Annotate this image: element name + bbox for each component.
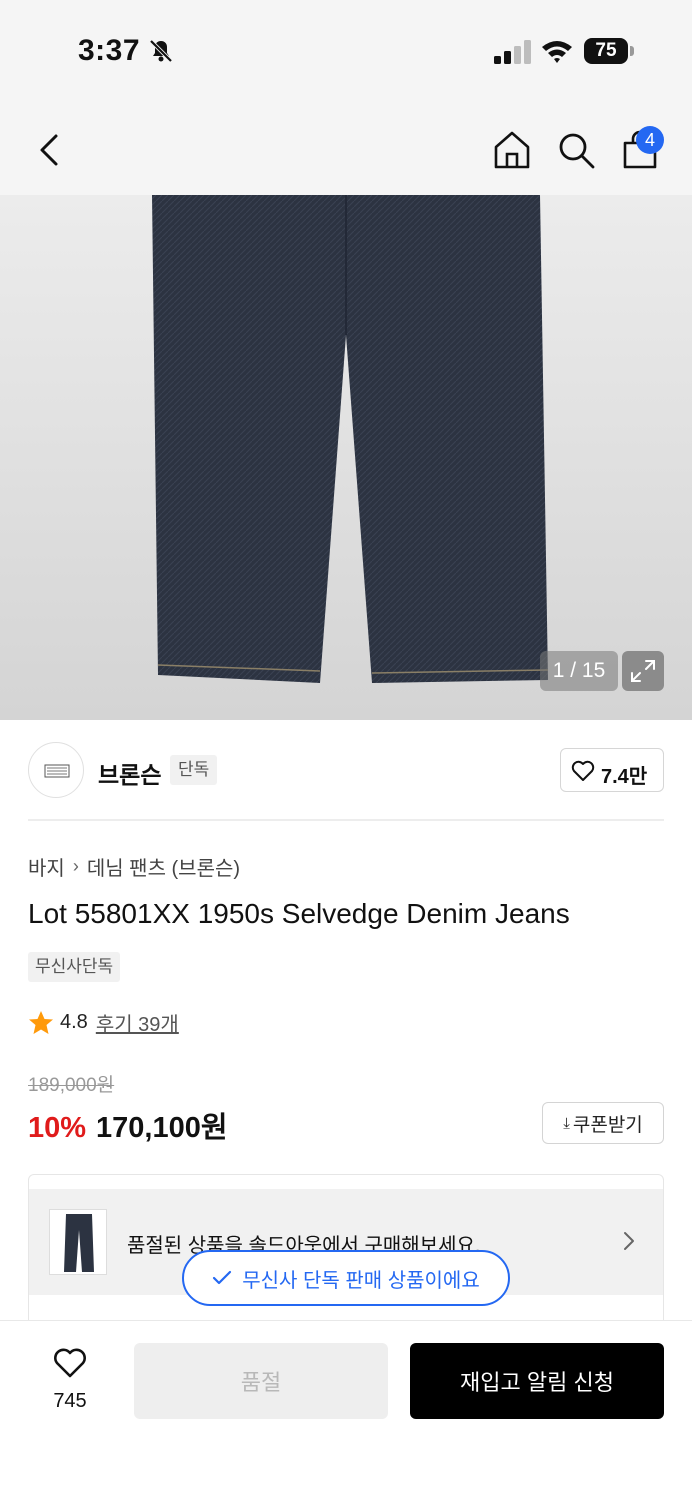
brand-like-button[interactable]: 7.4만 bbox=[560, 748, 664, 792]
wish-button[interactable]: 745 bbox=[40, 1347, 100, 1427]
sale-price: 170,100원 bbox=[96, 1112, 228, 1144]
search-icon[interactable] bbox=[554, 128, 598, 172]
brand-logo[interactable] bbox=[28, 742, 84, 798]
breadcrumb-subcategory[interactable]: 데님 팬츠 (브론슨) bbox=[87, 852, 240, 881]
cart-count-badge: 4 bbox=[636, 126, 664, 154]
bottom-action-bar: 745 품절 재입고 알림 신청 bbox=[0, 1320, 692, 1500]
brand-name[interactable]: 브론슨 bbox=[98, 756, 161, 790]
status-bar: 3:37 75 bbox=[0, 0, 692, 100]
status-time: 3:37 bbox=[78, 34, 141, 67]
original-price: 189,000원 bbox=[28, 1075, 115, 1096]
rating-value: 4.8 bbox=[60, 1011, 88, 1033]
exclusive-toast: 무신사 단독 판매 상품이에요 bbox=[182, 1250, 510, 1306]
star-icon bbox=[29, 1010, 53, 1034]
chevron-right-icon: › bbox=[72, 856, 79, 876]
divider bbox=[28, 819, 664, 821]
coupon-button[interactable]: ⤓ 쿠폰받기 bbox=[542, 1102, 664, 1144]
wish-count: 745 bbox=[53, 1390, 87, 1412]
chevron-right-icon bbox=[624, 1232, 634, 1250]
battery-level: 75 bbox=[584, 38, 628, 64]
bell-slash-icon bbox=[149, 39, 173, 63]
brand-like-count: 7.4만 bbox=[601, 766, 648, 788]
battery-icon: 75 bbox=[584, 38, 634, 64]
discount-rate: 10% bbox=[28, 1112, 87, 1144]
brand-logo-mark bbox=[44, 764, 70, 778]
product-image[interactable]: 1 / 15 bbox=[0, 195, 692, 720]
breadcrumb-category[interactable]: 바지 bbox=[28, 852, 65, 881]
exclusive-badge: 무신사단독 bbox=[28, 952, 121, 982]
exclusive-toast-text: 무신사 단독 판매 상품이에요 bbox=[242, 1269, 480, 1292]
battery-cap bbox=[630, 46, 634, 56]
review-link[interactable]: 후기 39개 bbox=[96, 1008, 179, 1037]
image-counter: 1 / 15 bbox=[540, 651, 618, 691]
home-icon[interactable] bbox=[490, 128, 534, 172]
expand-icon[interactable] bbox=[622, 651, 664, 691]
brand-row: 브론슨 단독 7.4만 bbox=[0, 720, 692, 820]
restock-alert-button[interactable]: 재입고 알림 신청 bbox=[410, 1343, 664, 1419]
coupon-label: 쿠폰받기 bbox=[572, 1114, 643, 1136]
soldout-thumbnail bbox=[49, 1209, 107, 1275]
price-row: 10% 170,100원 bbox=[28, 1104, 228, 1146]
download-icon: ⤓ bbox=[563, 1114, 570, 1132]
product-title: Lot 55801XX 1950s Selvedge Denim Jeans bbox=[28, 898, 570, 929]
rating-row: 4.8 후기 39개 bbox=[28, 1008, 179, 1037]
heart-icon bbox=[571, 760, 595, 781]
back-icon[interactable] bbox=[30, 130, 70, 170]
wifi-icon bbox=[542, 41, 572, 63]
breadcrumb: 바지 › 데님 팬츠 (브론슨) bbox=[28, 852, 240, 881]
signal-icon bbox=[494, 40, 531, 64]
jeans-photo bbox=[152, 195, 549, 683]
exclusive-tag: 단독 bbox=[170, 755, 218, 785]
check-icon bbox=[213, 1270, 232, 1285]
heart-icon bbox=[54, 1348, 86, 1378]
top-navigation bbox=[0, 100, 692, 195]
jeans-thumbnail bbox=[64, 1214, 94, 1272]
soldout-button[interactable]: 품절 bbox=[134, 1343, 388, 1419]
